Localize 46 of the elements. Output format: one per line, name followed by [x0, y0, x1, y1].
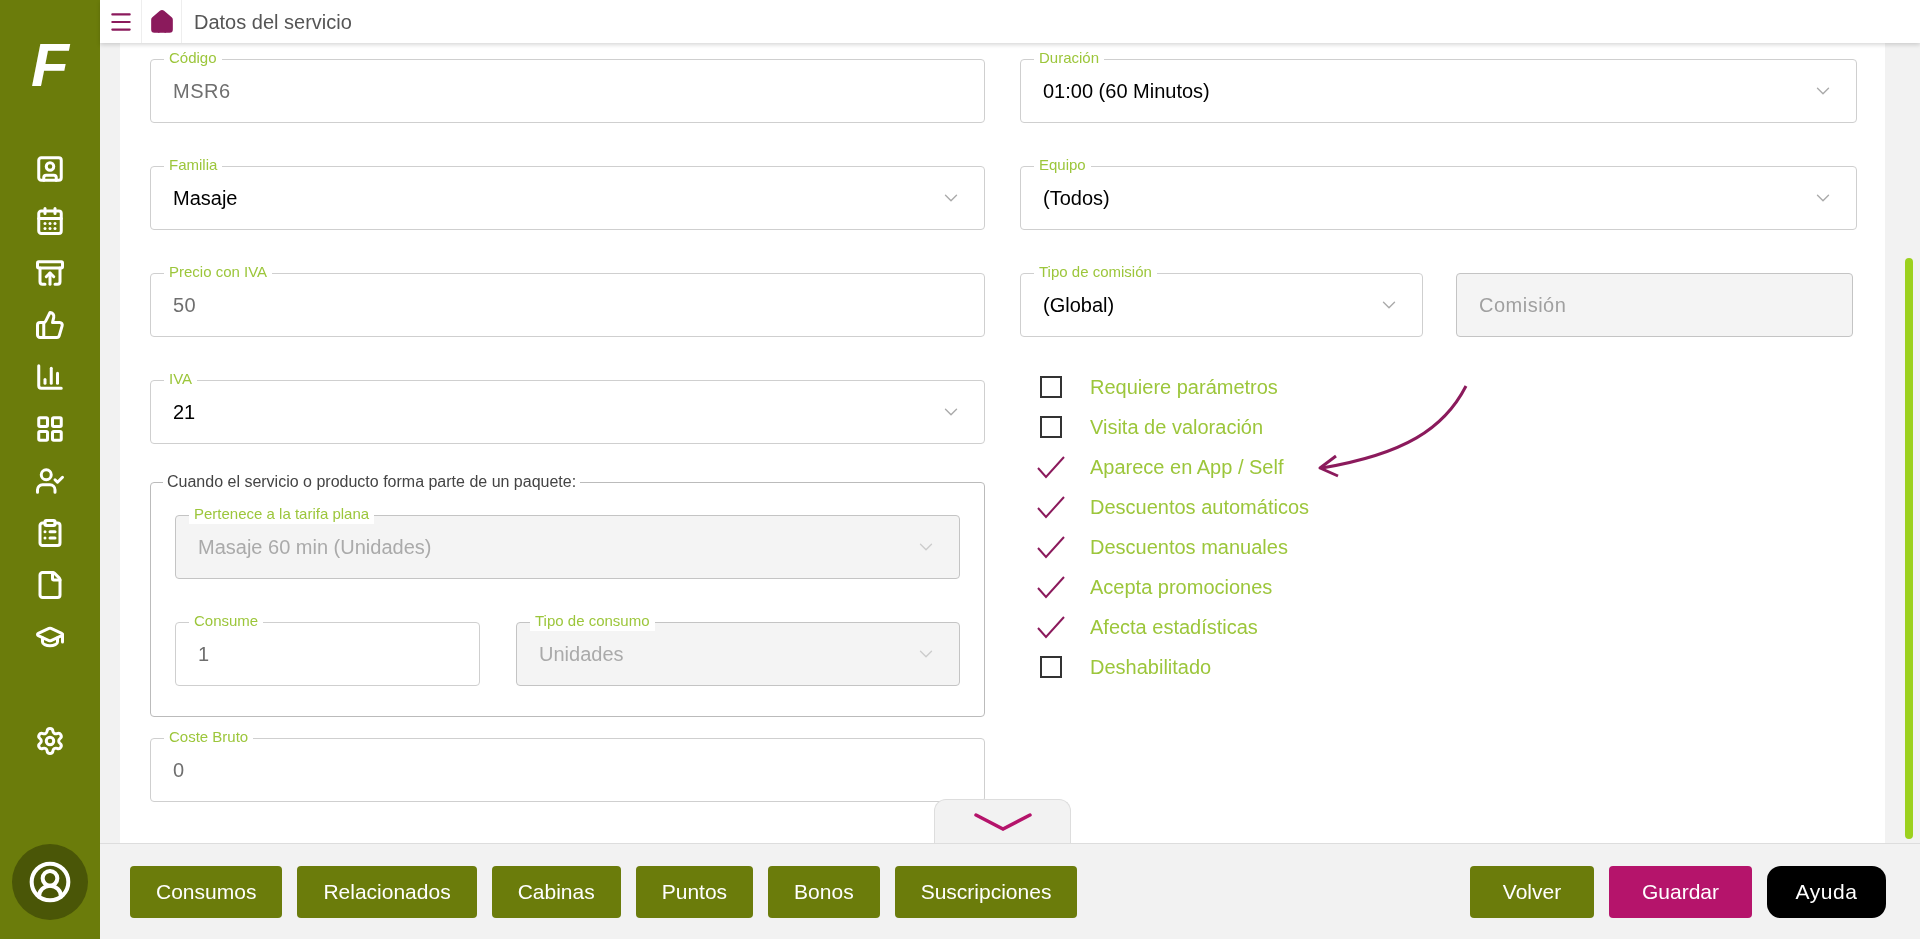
section-button[interactable]: Puntos: [635, 865, 754, 918]
section-button[interactable]: Bonos: [768, 865, 880, 918]
widgets-icon[interactable]: [35, 414, 65, 444]
calendar-icon[interactable]: [35, 206, 65, 236]
checkbox-label: Descuentos manuales: [1090, 535, 1288, 560]
field-value: 1: [198, 642, 210, 667]
home-icon[interactable]: [148, 8, 175, 35]
field-value: (Todos): [1043, 186, 1110, 211]
save-button[interactable]: Guardar: [1609, 865, 1752, 918]
field-value: 21: [173, 400, 196, 425]
contact-card-icon[interactable]: [35, 154, 65, 184]
field-value: 01:00 (60 Minutos): [1043, 79, 1210, 104]
section-button[interactable]: Consumos: [130, 865, 283, 918]
archive-icon[interactable]: [35, 258, 65, 288]
checkbox-label: Afecta estadísticas: [1090, 615, 1258, 640]
settings-icon[interactable]: [35, 726, 65, 756]
thumbs-up-icon[interactable]: [35, 310, 65, 340]
collapse-tab[interactable]: [934, 799, 1071, 843]
checkbox-label: Aparece en App / Self: [1090, 455, 1284, 480]
user-check-icon[interactable]: [35, 466, 65, 496]
field-value: 0: [173, 758, 185, 783]
checkbox-label: Acepta promociones: [1090, 575, 1273, 600]
page-title: Datos del servicio: [194, 9, 352, 35]
field-value: Masaje: [173, 186, 238, 211]
group-legend: Cuando el servicio o producto forma parte de un paquete:: [163, 472, 581, 492]
field-placeholder: Comisión: [1479, 293, 1567, 318]
help-button[interactable]: Ayuda: [1767, 865, 1886, 918]
checkbox-label: Descuentos automáticos: [1090, 495, 1309, 520]
field-value: Masaje 60 min (Unidades): [198, 535, 432, 560]
checkbox-label: Deshabilitado: [1090, 655, 1212, 680]
checkbox-label: Requiere parámetros: [1090, 375, 1278, 400]
user-icon: [28, 860, 72, 904]
chevron-down-icon: [972, 810, 1033, 833]
section-button[interactable]: Relacionados: [297, 865, 477, 918]
logo: F: [31, 30, 69, 100]
field-value: (Global): [1043, 293, 1115, 318]
back-button[interactable]: Volver: [1470, 865, 1594, 918]
section-button[interactable]: Suscripciones: [894, 865, 1078, 918]
clipboard-icon[interactable]: [35, 518, 65, 548]
field-value: 50: [173, 293, 197, 318]
bar-chart-icon[interactable]: [35, 362, 65, 392]
section-button[interactable]: Cabinas: [491, 865, 621, 918]
field-value: Unidades: [539, 642, 624, 667]
checkbox-label: Visita de valoración: [1090, 415, 1264, 440]
scrollbar[interactable]: [1905, 258, 1913, 839]
field-value: MSR6: [173, 79, 231, 104]
